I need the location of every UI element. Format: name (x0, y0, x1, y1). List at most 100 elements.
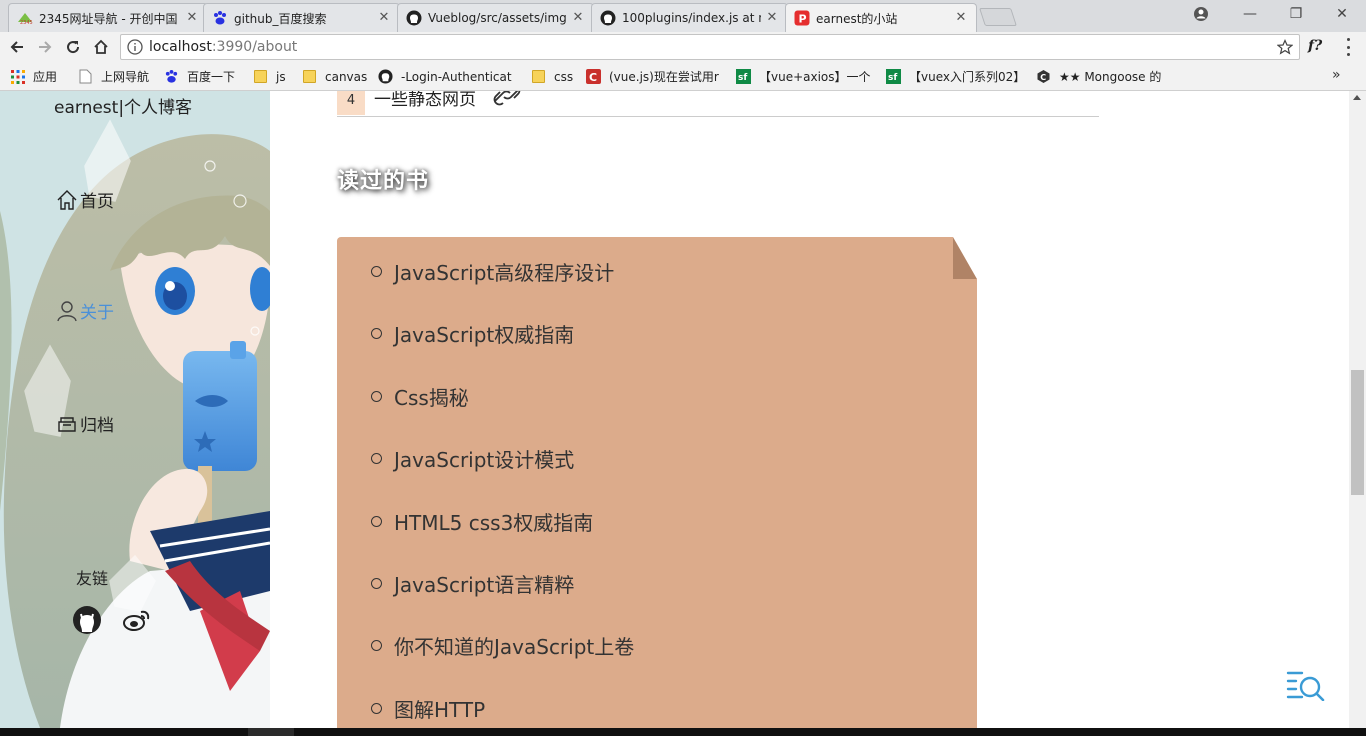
bookmark-label: js (276, 69, 286, 84)
extension-button[interactable]: f? (1308, 38, 1322, 54)
sidebar-item-label: 关于 (80, 303, 114, 323)
tab-baidu[interactable]: github_百度搜索 ✕ (203, 3, 400, 32)
browser-toolbar: localhost:3990/about f? (0, 32, 1366, 62)
baidu-paw-icon (212, 10, 228, 26)
bookmarks-overflow-button[interactable]: » (1332, 67, 1341, 83)
tab-earnest[interactable]: P earnest的小站 ✕ (785, 3, 977, 32)
bookmark-label: (vue.js)现在尝试用r (609, 70, 719, 84)
bookmarks-bar: 应用 上网导航 百度一下 js canvas -Login-Authentica… (0, 62, 1366, 91)
os-taskbar (0, 728, 1366, 736)
back-button[interactable] (6, 36, 28, 58)
tab-title: earnest的小站 (816, 11, 898, 26)
book-item: 图解HTTP (337, 694, 485, 723)
weibo-icon[interactable] (122, 605, 152, 635)
svg-text:C: C (589, 71, 597, 84)
project-title[interactable]: 一些静态网页 (374, 91, 476, 110)
bookmark-star-icon[interactable] (1277, 39, 1293, 55)
tab-title: github_百度搜索 (234, 11, 327, 26)
forward-arrow-icon (39, 41, 52, 53)
sidebar-item-label: 归档 (80, 416, 114, 436)
bookmark-label: 上网导航 (101, 70, 150, 84)
scroll-up-arrow-icon[interactable] (1353, 95, 1361, 100)
folder-icon (253, 69, 268, 84)
bookmark-mongoose[interactable]: C ★★ Mongoose 的 (1036, 68, 1176, 85)
archive-icon (58, 416, 76, 432)
svg-text:sf: sf (738, 73, 747, 83)
bookmark-label: 应用 (33, 70, 58, 84)
profile-icon[interactable] (1192, 5, 1210, 23)
tab-vueblog[interactable]: Vueblog/src/assets/img ✕ (397, 3, 594, 32)
book-item: JavaScript权威指南 (337, 319, 574, 348)
new-tab-button[interactable] (979, 8, 1017, 26)
bookmark-login-auth[interactable]: -Login-Authenticat (378, 68, 518, 85)
info-icon[interactable] (127, 39, 143, 55)
back-arrow-icon (10, 41, 23, 53)
bookmark-folder-canvas[interactable]: canvas (302, 68, 367, 85)
tab-title: 2345网址导航 - 开创中国 (39, 11, 178, 26)
bookmark-apps[interactable]: 应用 (10, 68, 57, 85)
bookmark-vue-axios[interactable]: sf 【vue+axios】一个 (736, 68, 876, 85)
bookmark-vuejs[interactable]: C (vue.js)现在尝试用r (586, 68, 726, 85)
search-list-icon[interactable] (1286, 669, 1326, 701)
bookmark-label: css (554, 69, 574, 84)
tab-100plugins[interactable]: 100plugins/index.js at n ✕ (591, 3, 788, 32)
book-title: 图解HTTP (394, 698, 486, 722)
tab-2345[interactable]: 2345 2345网址导航 - 开创中国 ✕ (8, 3, 208, 32)
book-item: HTML5 css3权威指南 (337, 507, 593, 536)
project-number-badge: 4 (337, 91, 365, 115)
browser-menu-icon[interactable] (1340, 38, 1356, 56)
sidebar: earnest|个人博客 首页 关于 归档 友链 (0, 91, 270, 728)
close-window-icon[interactable]: ✕ (1319, 0, 1365, 28)
scrollbar-thumb[interactable] (1351, 370, 1364, 495)
apps-grid-icon (10, 69, 25, 84)
bookmark-label: 【vuex入门系列02】 (909, 70, 1026, 84)
bookmark-baidu[interactable]: 百度一下 (164, 68, 235, 85)
friends-label: 友链 (76, 569, 109, 588)
close-icon[interactable]: ✕ (185, 11, 199, 25)
tab-title: Vueblog/src/assets/img (428, 11, 567, 25)
project-list-item: 4 一些静态网页 (337, 91, 1099, 117)
book-title: JavaScript语言精粹 (394, 573, 575, 597)
c-logo-icon: C (586, 69, 601, 84)
book-title: JavaScript高级程序设计 (394, 261, 615, 285)
bookmark-label: ★★ Mongoose 的 (1059, 70, 1162, 84)
taskbar-item[interactable] (248, 728, 294, 736)
bookmark-folder-js[interactable]: js (253, 68, 286, 85)
github-icon (378, 69, 393, 84)
folder-icon (302, 69, 317, 84)
github-icon[interactable] (72, 605, 102, 635)
page-scrollbar[interactable] (1349, 91, 1366, 728)
sidebar-item-about[interactable]: 关于 (56, 298, 114, 323)
forward-button[interactable] (34, 36, 56, 58)
bookmark-label: 【vue+axios】一个 (759, 70, 871, 84)
close-icon[interactable]: ✕ (765, 11, 779, 25)
p-logo-icon: P (794, 10, 810, 26)
reload-icon (67, 41, 80, 54)
baidu-paw-icon (164, 69, 179, 84)
bookmark-vuex[interactable]: sf 【vuex入门系列02】 (886, 68, 1026, 85)
books-panel: JavaScript高级程序设计 JavaScript权威指南 Css揭秘 Ja… (337, 237, 977, 728)
reload-button[interactable] (62, 36, 84, 58)
sidebar-item-home[interactable]: 首页 (56, 187, 114, 212)
site-title[interactable]: earnest|个人博客 (54, 93, 192, 118)
sidebar-item-archive[interactable]: 归档 (56, 411, 114, 436)
bookmark-label: canvas (325, 69, 368, 84)
bookmark-label: -Login-Authenticat (401, 69, 512, 84)
link-icon[interactable] (491, 91, 523, 107)
close-icon[interactable]: ✕ (571, 11, 585, 25)
close-icon[interactable]: ✕ (377, 11, 391, 25)
page-fold-corner (953, 237, 977, 279)
book-title: 你不知道的JavaScript上卷 (394, 635, 635, 659)
close-icon[interactable]: ✕ (954, 11, 968, 25)
book-item: JavaScript高级程序设计 (337, 257, 614, 286)
address-bar[interactable]: localhost:3990/about (120, 34, 1300, 60)
user-icon (57, 300, 77, 321)
bookmark-nav[interactable]: 上网导航 (78, 68, 149, 85)
folder-icon (531, 69, 546, 84)
home-icon (94, 39, 108, 54)
restore-icon[interactable]: ❐ (1273, 0, 1319, 28)
home-button[interactable] (90, 36, 112, 58)
bookmark-folder-css[interactable]: css (531, 68, 573, 85)
book-title: Css揭秘 (394, 386, 469, 410)
minimize-icon[interactable]: — (1227, 0, 1273, 28)
